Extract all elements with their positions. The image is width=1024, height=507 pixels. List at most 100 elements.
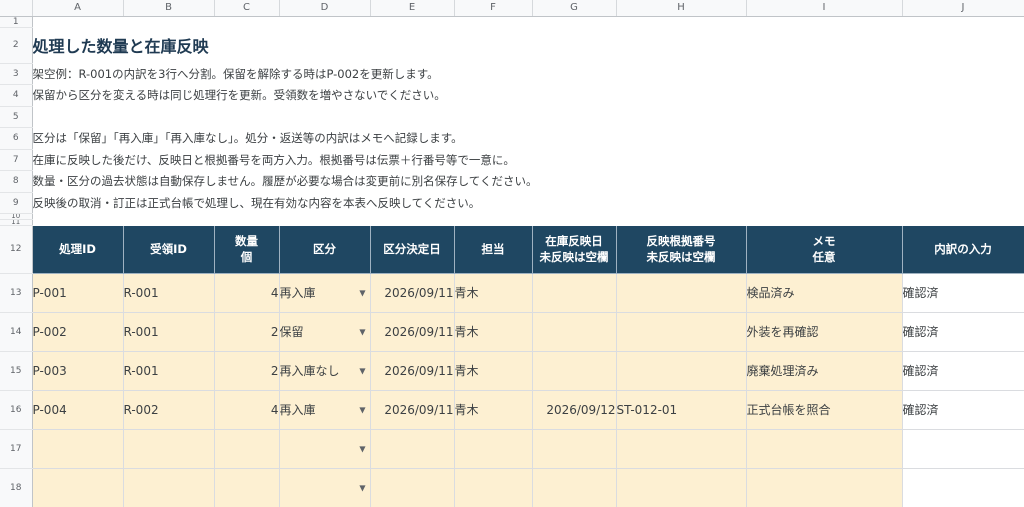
receipt-id-cell[interactable]: R-001 <box>123 312 215 352</box>
memo-cell[interactable] <box>746 429 903 469</box>
note-line[interactable]: 在庫に反映した後だけ、反映日と根拠番号を両方入力。根拠番号は伝票＋行番号等で一意… <box>32 149 1024 170</box>
stock-date-cell[interactable] <box>532 468 617 507</box>
receipt-id-cell[interactable] <box>123 429 215 469</box>
owner-cell[interactable]: 青木 <box>454 273 533 313</box>
stock-date-cell[interactable] <box>532 273 617 313</box>
header-process-id[interactable]: 処理ID <box>32 225 124 274</box>
dropdown-arrow-icon[interactable]: ▼ <box>359 288 365 297</box>
decided-date-cell[interactable]: 2026/09/11 <box>370 390 455 430</box>
dropdown-arrow-icon[interactable]: ▼ <box>359 405 365 414</box>
note-line[interactable]: 区分は「保留」「再入庫」「再入庫なし」。処分・返送等の内訳はメモへ記録します。 <box>32 127 1024 149</box>
decided-date-cell[interactable]: 2026/09/11 <box>370 273 455 313</box>
column-header-e[interactable]: E <box>370 0 455 17</box>
header-memo[interactable]: メモ 任意 <box>746 225 903 274</box>
breakdown-cell[interactable]: 確認済 <box>902 312 1024 352</box>
process-id-cell[interactable]: P-003 <box>32 351 124 391</box>
category-dropdown[interactable]: 再入庫なし ▼ <box>279 351 371 391</box>
category-dropdown[interactable]: ▼ <box>279 468 371 507</box>
empty-row[interactable] <box>32 16 1024 27</box>
quantity-cell[interactable]: 2 <box>214 312 280 352</box>
sheet-title[interactable]: 処理した数量と在庫反映 <box>32 27 1024 63</box>
column-header-a[interactable]: A <box>32 0 124 17</box>
breakdown-cell[interactable] <box>902 468 1024 507</box>
memo-cell[interactable]: 検品済み <box>746 273 903 313</box>
process-id-cell[interactable] <box>32 429 124 469</box>
process-id-cell[interactable]: P-001 <box>32 273 124 313</box>
receipt-id-cell[interactable]: R-002 <box>123 390 215 430</box>
header-quantity[interactable]: 数量 個 <box>214 225 280 274</box>
owner-cell[interactable]: 青木 <box>454 312 533 352</box>
ref-number-cell[interactable]: ST-012-01 <box>616 390 747 430</box>
header-category[interactable]: 区分 <box>279 225 371 274</box>
column-header-h[interactable]: H <box>616 0 747 17</box>
row-number[interactable]: 1 <box>0 16 33 28</box>
dropdown-arrow-icon[interactable]: ▼ <box>359 483 365 492</box>
decided-date-cell[interactable]: 2026/09/11 <box>370 312 455 352</box>
process-id-cell[interactable]: P-004 <box>32 390 124 430</box>
ref-number-cell[interactable] <box>616 351 747 391</box>
stock-date-cell[interactable]: 2026/09/12 <box>532 390 617 430</box>
column-header-c[interactable]: C <box>214 0 280 17</box>
owner-cell[interactable] <box>454 429 533 469</box>
row-number[interactable]: 5 <box>0 106 33 128</box>
quantity-cell[interactable]: 2 <box>214 351 280 391</box>
quantity-cell[interactable]: 4 <box>214 390 280 430</box>
row-number[interactable]: 16 <box>0 390 33 430</box>
row-number[interactable]: 13 <box>0 273 33 313</box>
ref-number-cell[interactable] <box>616 429 747 469</box>
memo-cell[interactable] <box>746 468 903 507</box>
header-receipt-id[interactable]: 受領ID <box>123 225 215 274</box>
select-all-corner[interactable] <box>0 0 33 17</box>
ref-number-cell[interactable] <box>616 273 747 313</box>
dropdown-arrow-icon[interactable]: ▼ <box>359 366 365 375</box>
stock-date-cell[interactable] <box>532 429 617 469</box>
stock-date-cell[interactable] <box>532 312 617 352</box>
column-header-b[interactable]: B <box>123 0 215 17</box>
decided-date-cell[interactable] <box>370 468 455 507</box>
row-number[interactable]: 6 <box>0 127 33 150</box>
category-dropdown[interactable]: 保留 ▼ <box>279 312 371 352</box>
category-dropdown[interactable]: 再入庫 ▼ <box>279 390 371 430</box>
note-line[interactable]: 反映後の取消・訂正は正式台帳で処理し、現在有効な内容を本表へ反映してください。 <box>32 192 1024 213</box>
row-number[interactable]: 9 <box>0 192 33 214</box>
receipt-id-cell[interactable]: R-001 <box>123 273 215 313</box>
quantity-cell[interactable] <box>214 468 280 507</box>
breakdown-cell[interactable] <box>902 429 1024 469</box>
dropdown-arrow-icon[interactable]: ▼ <box>359 327 365 336</box>
stock-date-cell[interactable] <box>532 351 617 391</box>
column-header-d[interactable]: D <box>279 0 371 17</box>
process-id-cell[interactable]: P-002 <box>32 312 124 352</box>
breakdown-cell[interactable]: 確認済 <box>902 390 1024 430</box>
row-number[interactable]: 17 <box>0 429 33 469</box>
column-header-i[interactable]: I <box>746 0 903 17</box>
decided-date-cell[interactable] <box>370 429 455 469</box>
owner-cell[interactable]: 青木 <box>454 390 533 430</box>
header-owner[interactable]: 担当 <box>454 225 533 274</box>
row-number[interactable]: 4 <box>0 84 33 107</box>
row-number[interactable]: 12 <box>0 225 33 274</box>
note-line[interactable]: 保留から区分を変える時は同じ処理行を更新。受領数を増やさないでください。 <box>32 84 1024 106</box>
memo-cell[interactable]: 廃棄処理済み <box>746 351 903 391</box>
ref-number-cell[interactable] <box>616 468 747 507</box>
row-number[interactable]: 2 <box>0 27 33 64</box>
header-breakdown[interactable]: 内訳の入力 <box>902 225 1024 274</box>
row-number[interactable]: 7 <box>0 149 33 171</box>
owner-cell[interactable]: 青木 <box>454 351 533 391</box>
row-number[interactable]: 14 <box>0 312 33 352</box>
note-line[interactable]: 架空例：R-001の内訳を3行へ分割。保留を解除する時はP-002を更新します。 <box>32 63 1024 84</box>
row-number[interactable]: 8 <box>0 170 33 193</box>
note-line[interactable]: 数量・区分の過去状態は自動保存しません。履歴が必要な場合は変更前に別名保存してく… <box>32 170 1024 192</box>
category-dropdown[interactable]: ▼ <box>279 429 371 469</box>
category-dropdown[interactable]: 再入庫 ▼ <box>279 273 371 313</box>
row-number[interactable]: 18 <box>0 468 33 507</box>
breakdown-cell[interactable]: 確認済 <box>902 273 1024 313</box>
dropdown-arrow-icon[interactable]: ▼ <box>359 444 365 453</box>
row-number[interactable]: 15 <box>0 351 33 391</box>
column-header-f[interactable]: F <box>454 0 533 17</box>
decided-date-cell[interactable]: 2026/09/11 <box>370 351 455 391</box>
memo-cell[interactable]: 外装を再確認 <box>746 312 903 352</box>
header-ref-number[interactable]: 反映根拠番号 未反映は空欄 <box>616 225 747 274</box>
process-id-cell[interactable] <box>32 468 124 507</box>
receipt-id-cell[interactable]: R-001 <box>123 351 215 391</box>
header-decided-date[interactable]: 区分決定日 <box>370 225 455 274</box>
